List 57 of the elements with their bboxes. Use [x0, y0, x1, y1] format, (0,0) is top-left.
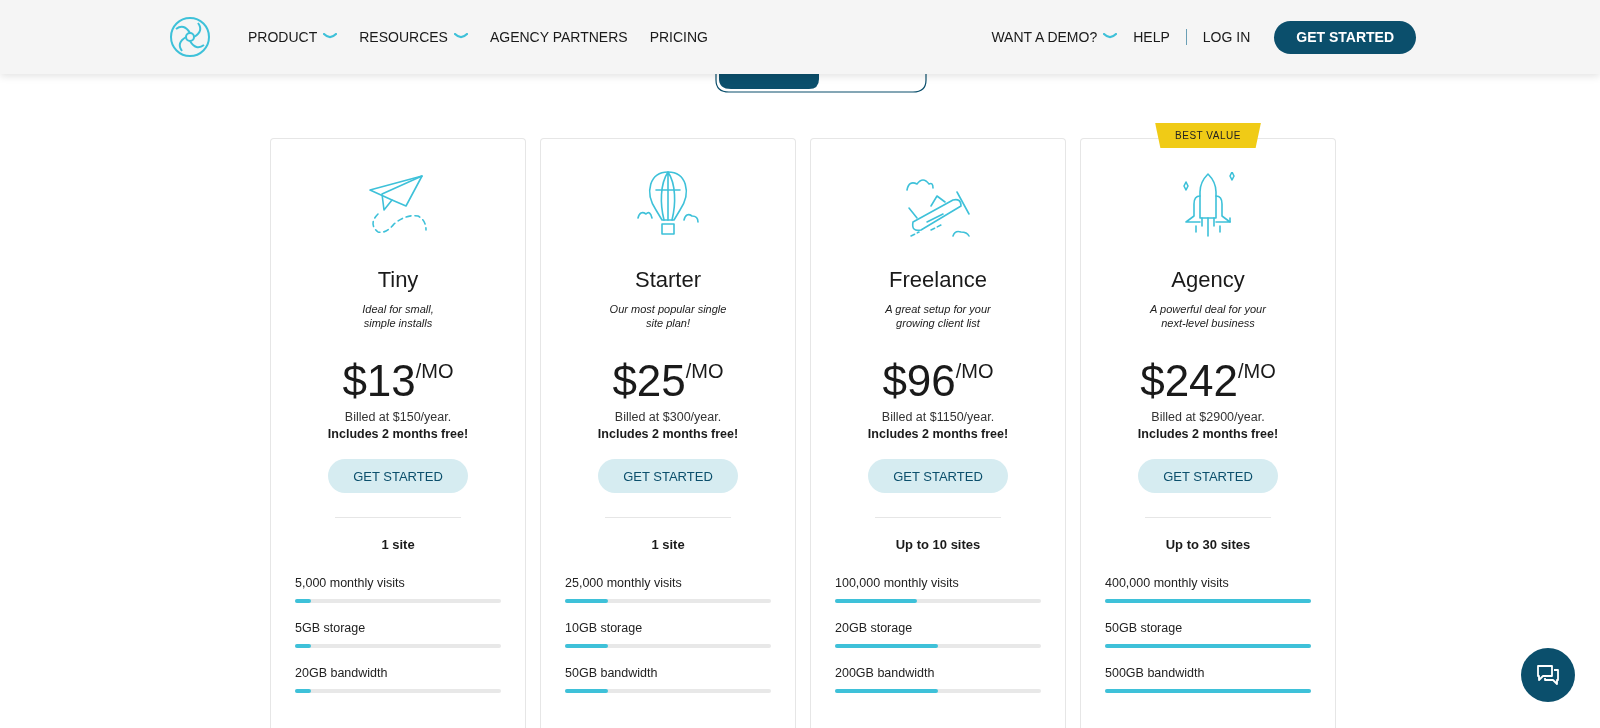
best-value-ribbon: BEST VALUE: [1155, 123, 1261, 148]
nav-link[interactable]: RESOURCES: [359, 29, 468, 45]
bonus-note: Includes 2 months free!: [867, 427, 1009, 441]
feature-label: 50GB bandwidth: [565, 666, 659, 680]
get-started-button[interactable]: GET STARTED: [868, 459, 1008, 493]
feature-label: 100,000 monthly visits: [835, 576, 960, 590]
plan-price: $25: [612, 358, 686, 404]
price-unit: /MO: [1238, 360, 1276, 382]
plan-name: Starter: [635, 267, 701, 293]
bonus-note: Includes 2 months free!: [327, 427, 469, 441]
plan-price: $242: [1140, 358, 1239, 404]
price-unit: /MO: [685, 360, 724, 382]
feature-label: 20GB bandwidth: [295, 666, 389, 680]
plan-tagline: Our most popular single site plan!: [609, 302, 727, 330]
feature-label: 5,000 monthly visits: [295, 576, 406, 590]
plan-tagline: Ideal for small, simple installs: [362, 302, 434, 330]
feature-label: 400,000 monthly visits: [1105, 576, 1230, 590]
billing-note: Billed at $2900/year.: [1151, 410, 1265, 424]
feature-label: 25,000 monthly visits: [565, 576, 683, 590]
get-started-button[interactable]: GET STARTED: [1274, 20, 1416, 54]
plan-tagline: A powerful deal for your next-level business: [1150, 302, 1266, 330]
feature-label: 500GB bandwidth: [1105, 666, 1206, 680]
site-count: Up to 30 sites: [1165, 537, 1251, 552]
nav-link[interactable]: PRICING: [649, 29, 708, 45]
chat-icon: [1536, 664, 1560, 686]
bonus-note: Includes 2 months free!: [597, 427, 739, 441]
billing-note: Billed at $300/year.: [614, 410, 722, 424]
chat-button[interactable]: [1521, 648, 1575, 702]
feature-label: 5GB storage: [295, 621, 367, 635]
price-unit: /MO: [415, 360, 454, 382]
billing-note: Billed at $1150/year.: [881, 410, 995, 424]
feature-label: 10GB storage: [565, 621, 644, 635]
bonus-note: Includes 2 months free!: [1137, 427, 1279, 441]
feature-label: 20GB storage: [835, 621, 914, 635]
nav-link[interactable]: LOG IN: [1202, 29, 1251, 45]
plan-name: Agency: [1171, 267, 1245, 293]
plan-tagline: A great setup for your growing client list: [885, 302, 991, 330]
plan-name: Tiny: [377, 267, 419, 293]
nav-link[interactable]: HELP: [1133, 29, 1170, 45]
feature-label: 50GB storage: [1105, 621, 1184, 635]
get-started-button[interactable]: GET STARTED: [1138, 459, 1278, 493]
nav-link[interactable]: WANT A DEMO?: [991, 29, 1118, 45]
plan-name: Freelance: [889, 267, 987, 293]
site-count: 1 site: [381, 537, 415, 552]
get-started-button[interactable]: GET STARTED: [598, 459, 738, 493]
site-count: 1 site: [651, 537, 685, 552]
get-started-button[interactable]: GET STARTED: [328, 459, 468, 493]
plan-price: $96: [882, 358, 956, 404]
site-count: Up to 10 sites: [895, 537, 981, 552]
feature-label: 200GB bandwidth: [835, 666, 936, 680]
paper-plane-icon: [366, 174, 430, 236]
nav-link[interactable]: PRODUCT: [248, 29, 338, 45]
billing-note: Billed at $150/year.: [344, 410, 452, 424]
plan-price: $13: [342, 358, 416, 404]
billing-option[interactable]: [715, 74, 822, 93]
nav-link[interactable]: AGENCY PARTNERS: [489, 29, 628, 45]
price-unit: /MO: [955, 360, 994, 382]
